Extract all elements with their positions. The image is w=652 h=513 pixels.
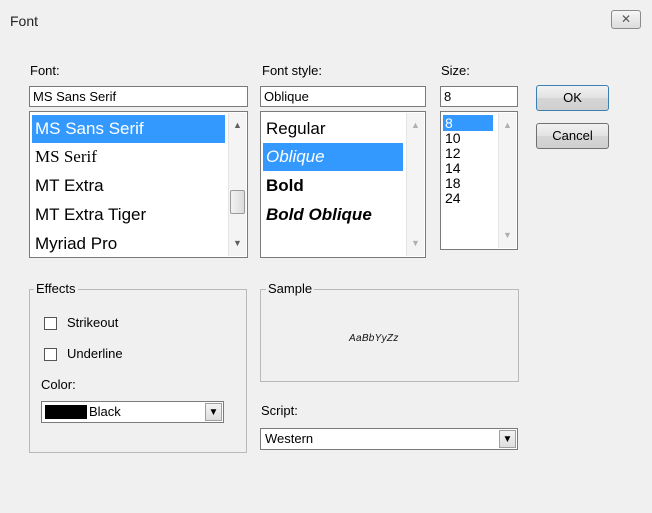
ok-button[interactable]: OK [536,85,609,111]
size-list-item[interactable]: 10 [443,131,493,146]
size-label: Size: [441,63,470,78]
scroll-thumb[interactable] [230,190,245,214]
close-button[interactable]: ✕ [611,10,641,29]
scroll-down-arrow-icon[interactable]: ▼ [229,235,246,252]
color-swatch [45,405,87,419]
font-list-item[interactable]: MS Serif [32,143,225,171]
chevron-down-icon: ▼ [208,407,219,418]
font-style-list[interactable]: Regular Oblique Bold Bold Oblique ▲ ▼ [260,111,426,258]
color-select[interactable]: Black ▼ [41,401,224,423]
size-list-item[interactable]: 8 [443,115,493,131]
color-dropdown-button[interactable]: ▼ [205,403,222,421]
script-label: Script: [261,403,298,418]
font-list-item[interactable]: MT Extra Tiger [32,201,225,229]
size-list[interactable]: 8 10 12 14 18 24 ▲ ▼ [440,111,518,250]
font-style-list-item[interactable]: Regular [263,115,403,143]
script-value: Western [265,431,314,446]
size-list-item[interactable]: 14 [443,161,493,176]
strikeout-label[interactable]: Strikeout [67,315,118,330]
sample-text: AaBbYyZz [349,333,399,344]
size-input[interactable]: 8 [440,86,518,107]
scroll-up-arrow-icon[interactable]: ▲ [229,117,246,134]
script-select[interactable]: Western ▼ [260,428,518,450]
script-dropdown-button[interactable]: ▼ [499,430,516,448]
font-label: Font: [30,63,60,78]
scroll-down-arrow-icon[interactable]: ▼ [499,227,516,244]
title-bar: Font ✕ [0,0,652,40]
font-style-list-item[interactable]: Bold [263,172,403,200]
font-input[interactable]: MS Sans Serif [29,86,248,107]
chevron-down-icon: ▼ [502,434,513,445]
font-style-label: Font style: [262,63,322,78]
underline-checkbox[interactable] [44,348,57,361]
size-list-item[interactable]: 18 [443,176,493,191]
scroll-up-arrow-icon[interactable]: ▲ [407,117,424,134]
effects-label: Effects [34,281,78,296]
effects-group [29,289,247,453]
font-style-list-item[interactable]: Bold Oblique [263,201,403,229]
scroll-up-arrow-icon[interactable]: ▲ [499,117,516,134]
color-value: Black [89,404,121,419]
size-list-item[interactable]: 24 [443,191,493,206]
font-style-list-item[interactable]: Oblique [263,143,403,171]
size-list-item[interactable]: 12 [443,146,493,161]
cancel-button[interactable]: Cancel [536,123,609,149]
sample-label: Sample [266,281,315,296]
font-list-scrollbar[interactable]: ▲ ▼ [228,113,246,256]
color-label: Color: [41,377,76,392]
underline-label[interactable]: Underline [67,346,123,361]
close-icon: ✕ [620,12,632,26]
font-list-item[interactable]: MS Sans Serif [32,115,225,143]
font-style-input[interactable]: Oblique [260,86,426,107]
scroll-down-arrow-icon[interactable]: ▼ [407,235,424,252]
size-list-scrollbar[interactable]: ▲ ▼ [498,113,516,248]
window-title: Font [10,13,39,29]
font-list-item[interactable]: MT Extra [32,172,225,200]
font-style-list-scrollbar[interactable]: ▲ ▼ [406,113,424,256]
font-list-item[interactable]: Myriad Pro [32,230,225,257]
font-list[interactable]: MS Sans Serif MS Serif MT Extra MT Extra… [29,111,248,258]
strikeout-checkbox[interactable] [44,317,57,330]
